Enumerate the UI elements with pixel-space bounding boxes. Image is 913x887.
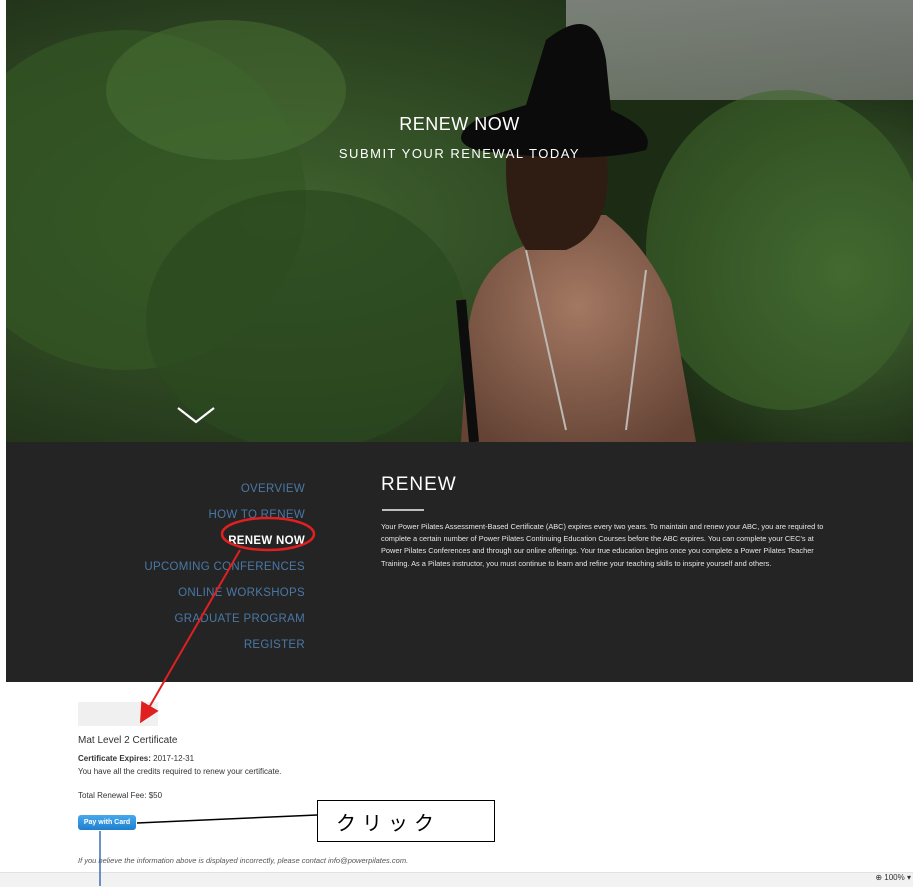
certificate-expiry: Certificate Expires: 2017-12-31 (78, 754, 194, 763)
hero-banner: RENEW NOW SUBMIT YOUR RENEWAL TODAY (6, 0, 913, 442)
hero-title: RENEW NOW (399, 114, 520, 134)
expiry-value: 2017-12-31 (153, 754, 195, 763)
renew-heading: RENEW (381, 474, 457, 495)
heading-divider (382, 509, 424, 511)
hero-photo (6, 0, 913, 442)
click-callout: クリック (317, 800, 495, 842)
renew-section: OVERVIEW HOW TO RENEW RENEW NOW UPCOMING… (6, 442, 913, 682)
nav-how-to-renew[interactable]: HOW TO RENEW (144, 502, 305, 528)
chevron-down-icon: ▾ (906, 873, 911, 882)
nav-upcoming-conferences[interactable]: UPCOMING CONFERENCES (144, 554, 305, 580)
renewal-fee: Total Renewal Fee: $50 (78, 791, 163, 800)
nav-graduate-program[interactable]: GRADUATE PROGRAM (144, 606, 305, 632)
expiry-label: Certificate Expires: (78, 754, 151, 763)
certificate-image-placeholder (78, 702, 158, 726)
zoom-level[interactable]: ⊕ 100% ▾ (875, 873, 911, 882)
nav-renew-now[interactable]: RENEW NOW (144, 528, 305, 554)
certificate-name: Mat Level 2 Certificate (78, 735, 178, 746)
credits-status: You have all the credits required to ren… (78, 767, 282, 776)
zoom-icon: ⊕ (875, 873, 883, 882)
nav-overview[interactable]: OVERVIEW (144, 476, 305, 502)
nav-online-workshops[interactable]: ONLINE WORKSHOPS (144, 580, 305, 606)
incorrect-info-notice: If you believe the information above is … (78, 856, 409, 865)
browser-status-bar (0, 872, 913, 887)
renew-subnav: OVERVIEW HOW TO RENEW RENEW NOW UPCOMING… (144, 476, 305, 658)
nav-register[interactable]: REGISTER (144, 632, 305, 658)
zoom-value: 100% (884, 873, 905, 882)
chevron-down-icon[interactable] (176, 404, 216, 426)
hero-subtitle: SUBMIT YOUR RENEWAL TODAY (338, 146, 581, 161)
renew-description: Your Power Pilates Assessment-Based Cert… (381, 522, 824, 568)
callout-connector (136, 814, 318, 824)
pay-with-card-button[interactable]: Pay with Card (78, 815, 136, 830)
